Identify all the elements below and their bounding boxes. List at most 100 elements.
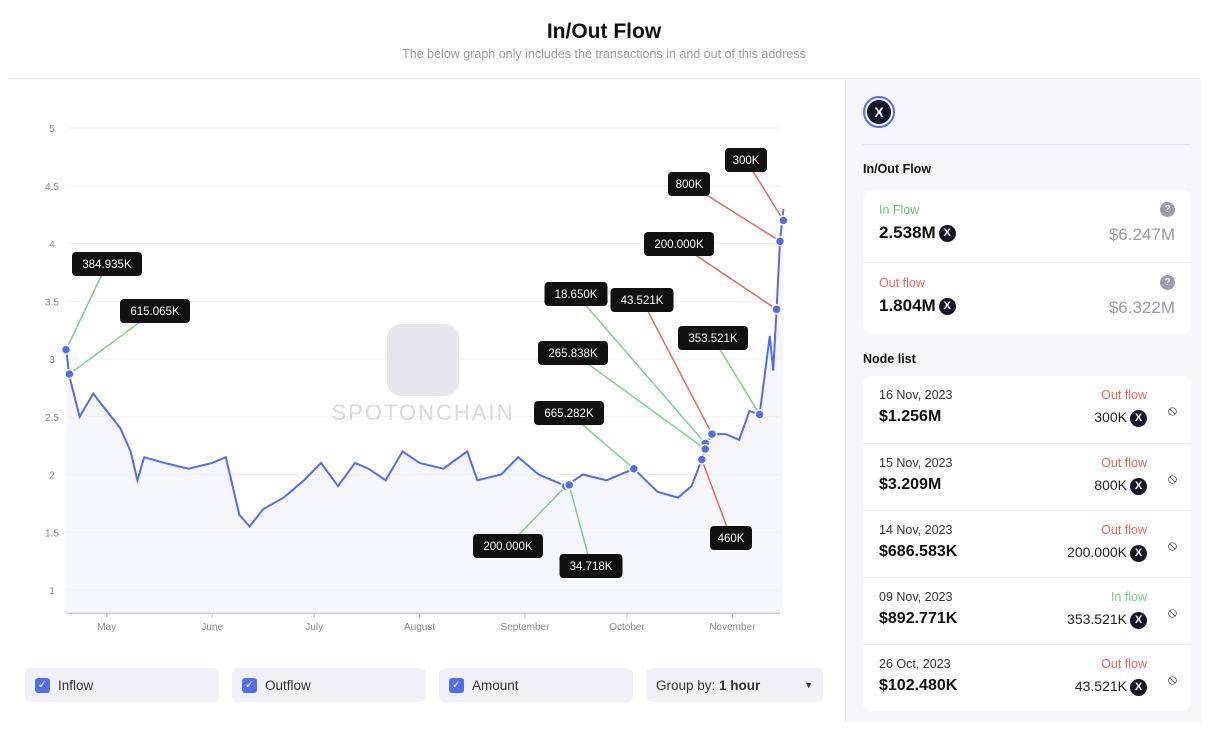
y-tick-label: 2 xyxy=(49,471,55,482)
watermark-logo-icon xyxy=(387,324,459,396)
eye-off-icon[interactable]: ⦸ xyxy=(1168,604,1177,621)
node-type: In flow xyxy=(1110,590,1147,604)
transaction-marker[interactable] xyxy=(706,428,718,440)
checkbox-checked-icon: ✓ xyxy=(35,677,50,693)
annotation-label: 800K xyxy=(676,179,703,191)
flow-section-title: In/Out Flow xyxy=(863,162,932,176)
annotation-label: 353.521K xyxy=(688,333,738,345)
x-token-icon: X xyxy=(1130,544,1147,562)
transaction-marker[interactable] xyxy=(774,235,786,247)
caret-down-icon: ▼ xyxy=(804,680,813,690)
annotation-connector xyxy=(65,263,108,351)
divider xyxy=(8,78,1200,79)
help-icon[interactable]: ? xyxy=(1160,275,1175,290)
node-item[interactable]: 09 Nov, 2023 $892.771K In flow 353.521K X… xyxy=(863,577,1191,644)
node-item[interactable]: 14 Nov, 2023 $686.583K Out flow 200.000K… xyxy=(863,510,1191,577)
transaction-marker[interactable] xyxy=(771,304,782,315)
transaction-marker[interactable] xyxy=(754,409,765,420)
node-list: 16 Nov, 2023 $1.256M Out flow 300K X ⦸ 15 … xyxy=(863,376,1191,711)
flow-summary-card: In Flow 2.538M X $6.247M ? Out flow 1.804… xyxy=(863,190,1191,334)
x-tick-label: June xyxy=(201,622,223,633)
x-token-icon: X xyxy=(867,100,891,124)
annotation-label: 200.000K xyxy=(483,541,533,553)
inflow-label: In Flow xyxy=(879,203,920,217)
node-type: Out flow xyxy=(1101,657,1147,671)
x-tick-label: September xyxy=(501,622,551,633)
flow-chart: 1 1.5 2 2.5 3 3.5 4 4.5 5 May June July August Septem… xyxy=(45,124,789,633)
node-item[interactable]: 26 Oct, 2023 $102.480K Out flow 43.521K X… xyxy=(863,644,1191,711)
annotation-label: 18.650K xyxy=(555,289,598,301)
transaction-marker[interactable] xyxy=(60,344,72,356)
amount-toggle[interactable]: ✓ Amount xyxy=(439,668,633,702)
page-subtitle: The below graph only includes the transa… xyxy=(402,47,806,61)
transaction-marker[interactable] xyxy=(563,479,575,491)
inflow-toggle[interactable]: ✓ Inflow xyxy=(25,668,219,702)
x-token-icon: X xyxy=(1130,477,1147,495)
help-icon[interactable]: ? xyxy=(1160,202,1175,217)
x-tick-label: July xyxy=(305,622,323,633)
y-tick-label: 1.5 xyxy=(45,528,59,539)
annotation-label: 615.065K xyxy=(130,306,180,318)
x-token-icon: X xyxy=(938,298,956,316)
checkbox-checked-icon: ✓ xyxy=(449,677,464,693)
annotation-label: 43.521K xyxy=(621,295,664,307)
transaction-marker[interactable] xyxy=(778,215,789,226)
watermark-text: SPOTONCHAIN xyxy=(332,400,515,425)
y-tick-label: 1 xyxy=(49,586,55,597)
outflow-toggle[interactable]: ✓ Outflow xyxy=(232,668,426,702)
x-token-icon: X xyxy=(938,225,956,243)
token-button[interactable]: X xyxy=(863,96,895,128)
inflow-amount: 2.538M xyxy=(879,223,936,242)
chart-controls: ✓ Inflow ✓ Outflow ✓ Amount Group by: 1 hou… xyxy=(25,668,823,702)
eye-off-icon[interactable]: ⦸ xyxy=(1168,671,1177,688)
x-tick-label: November xyxy=(709,622,756,633)
outflow-usd: $6.322M xyxy=(1108,298,1175,317)
node-amount: 200.000K xyxy=(1067,544,1127,560)
x-tick-label: October xyxy=(609,622,645,633)
eye-off-icon[interactable]: ⦸ xyxy=(1168,537,1177,554)
y-tick-label: 2.5 xyxy=(45,413,59,424)
y-tick-label: 4.5 xyxy=(45,182,59,193)
node-type: Out flow xyxy=(1101,456,1147,470)
y-tick-label: 5 xyxy=(49,124,55,135)
inflow-label: Inflow xyxy=(58,677,94,693)
group-by-label: Group by: xyxy=(656,677,716,693)
node-type: Out flow xyxy=(1101,388,1147,402)
node-type: Out flow xyxy=(1101,523,1147,537)
outflow-amount: 1.804M xyxy=(879,296,936,315)
checkbox-checked-icon: ✓ xyxy=(242,677,257,693)
group-by-select[interactable]: Group by: 1 hour ▼ xyxy=(646,668,823,702)
annotation-connector xyxy=(641,299,713,435)
side-panel: X In/Out Flow In Flow 2.538M X $6.247M ? … xyxy=(845,80,1201,722)
eye-off-icon[interactable]: ⦸ xyxy=(1168,470,1177,487)
y-tick-label: 4 xyxy=(49,240,55,251)
node-list-title: Node list xyxy=(863,352,916,366)
node-item[interactable]: 16 Nov, 2023 $1.256M Out flow 300K X ⦸ xyxy=(863,376,1191,443)
outflow-summary: Out flow 1.804M X $6.322M ? xyxy=(863,262,1191,334)
inflow-usd: $6.247M xyxy=(1108,225,1175,244)
page-title: In/Out Flow xyxy=(546,20,662,43)
y-tick-label: 3 xyxy=(49,355,55,366)
x-tick-label: May xyxy=(97,622,116,633)
annotation-label: 300K xyxy=(733,155,760,167)
annotation-label: 34.718K xyxy=(570,561,613,573)
node-item[interactable]: 15 Nov, 2023 $3.209M Out flow 800K X ⦸ xyxy=(863,443,1191,510)
transaction-marker[interactable] xyxy=(696,454,708,465)
annotation-label: 265.838K xyxy=(548,348,598,360)
node-amount: 300K xyxy=(1094,409,1127,425)
annotation-label: 665.282K xyxy=(544,408,594,420)
transaction-marker[interactable] xyxy=(699,443,711,455)
node-amount: 800K xyxy=(1094,477,1127,493)
divider xyxy=(863,144,1191,145)
transaction-marker[interactable] xyxy=(64,368,75,380)
y-tick-label: 3.5 xyxy=(45,297,59,308)
outflow-label: Out flow xyxy=(879,276,925,290)
eye-off-icon[interactable]: ⦸ xyxy=(1168,402,1177,419)
x-token-icon: X xyxy=(1130,611,1147,629)
x-token-icon: X xyxy=(1130,409,1147,427)
annotation-label: 460K xyxy=(718,533,745,545)
amount-label: Amount xyxy=(472,677,519,693)
group-by-value: 1 hour xyxy=(719,677,761,693)
x-tick-label: August xyxy=(404,622,435,633)
transaction-marker[interactable] xyxy=(628,463,640,474)
